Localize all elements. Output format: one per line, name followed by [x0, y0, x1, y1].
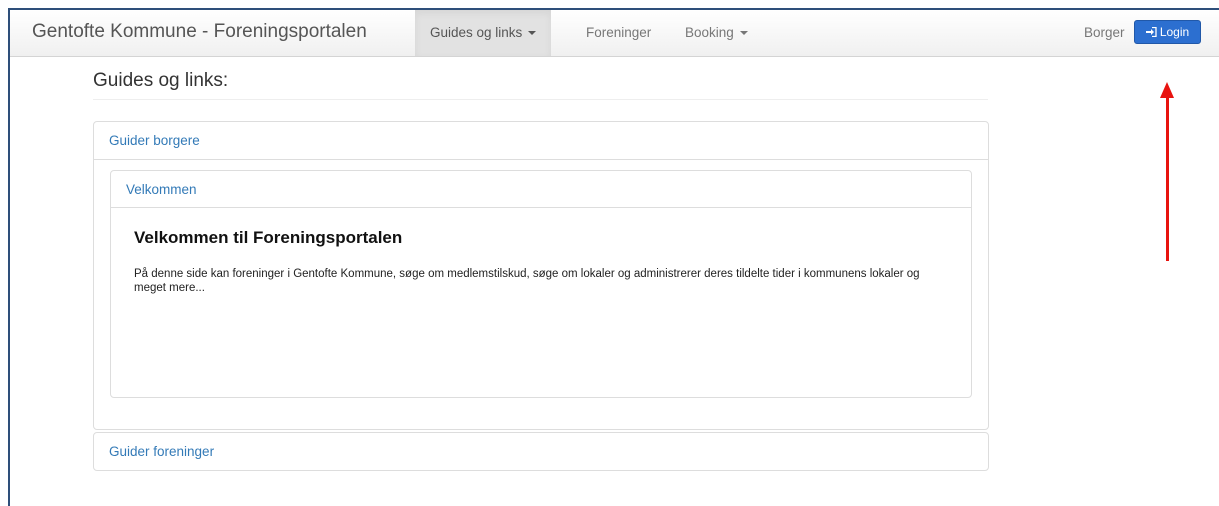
nav-guides-og-links[interactable]: Guides og links [415, 10, 552, 56]
login-button[interactable]: Login [1134, 20, 1201, 44]
nav-foreninger-label: Foreninger [586, 25, 652, 40]
login-label: Login [1159, 25, 1190, 39]
caret-down-icon [528, 31, 537, 36]
panel-velkommen-heading[interactable]: Velkommen [111, 171, 971, 208]
page-title: Guides og links: [93, 70, 229, 91]
browser-frame: Gentofte Kommune - Foreningsportalen Gui… [8, 8, 1219, 506]
welcome-text: På denne side kan foreninger i Gentofte … [134, 268, 920, 294]
panel-guider-borgere-heading[interactable]: Guider borgere [94, 122, 988, 160]
caret-down-icon [739, 31, 748, 36]
nav-foreninger[interactable]: Foreninger [571, 10, 666, 56]
navbar: Gentofte Kommune - Foreningsportalen Gui… [10, 10, 1219, 57]
panel-guider-foreninger-heading[interactable]: Guider foreninger [94, 433, 988, 470]
welcome-heading: Velkommen til Foreningsportalen [134, 228, 403, 247]
brand-title[interactable]: Gentofte Kommune - Foreningsportalen [32, 21, 367, 43]
panel-velkommen: Velkommen Velkommen til Foreningsportale… [110, 170, 972, 398]
user-role-link[interactable]: Borger [1084, 10, 1125, 56]
title-divider [93, 99, 988, 100]
panel-guider-foreninger: Guider foreninger [93, 432, 989, 471]
nav-booking-label: Booking [685, 25, 734, 40]
annotation-arrow [1166, 96, 1169, 261]
sign-in-icon [1145, 22, 1157, 44]
nav-booking[interactable]: Booking [670, 10, 763, 56]
nav-guides-og-links-label: Guides og links [430, 25, 523, 40]
